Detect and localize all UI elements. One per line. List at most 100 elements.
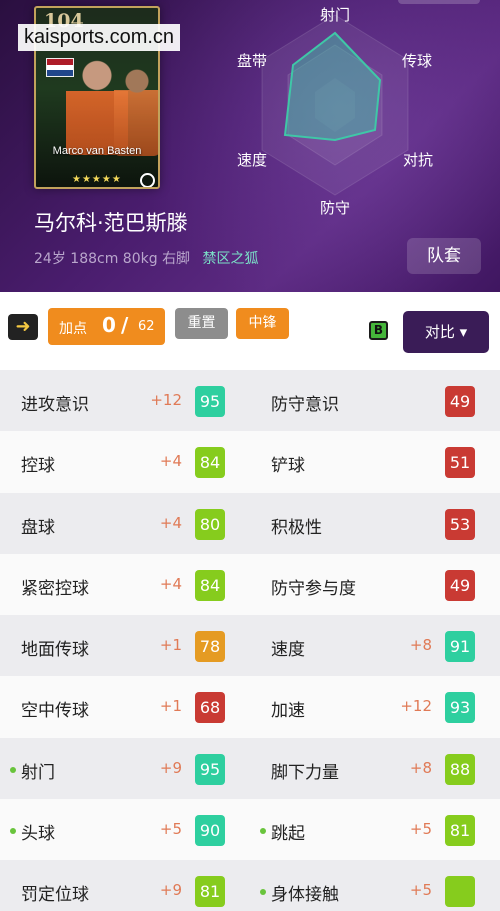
- player-weight: 80kg: [122, 251, 158, 267]
- grade-badge: B: [369, 321, 388, 340]
- stat-name: 罚定位球: [21, 885, 89, 906]
- stat-bonus: +8: [409, 636, 432, 655]
- stat-cell[interactable]: 地面传球 +1 78: [0, 615, 250, 676]
- position-button[interactable]: 中锋: [236, 308, 289, 339]
- stat-name: 积极性: [271, 517, 322, 538]
- stat-row: 进攻意识 +12 95 防守意识 49: [0, 370, 500, 432]
- stat-cell[interactable]: 控球 +4 84: [0, 431, 250, 492]
- card-stars: ★★★★★: [72, 174, 122, 185]
- stat-row: 射门 +9 95 脚下力量 +8 88: [0, 737, 500, 800]
- stat-bonus: +12: [150, 391, 182, 409]
- stat-value-badge: 81: [445, 815, 475, 847]
- kit-button[interactable]: 队套: [407, 238, 481, 274]
- stat-row: 控球 +4 84 铲球 51: [0, 431, 500, 493]
- trained-dot-icon: [10, 828, 16, 835]
- points-max: 62: [138, 319, 155, 334]
- stat-value-badge: 84: [195, 447, 225, 479]
- stat-name: 地面传球: [21, 640, 89, 661]
- stat-value-badge: 95: [195, 753, 225, 785]
- stat-list: 进攻意识 +12 95 防守意识 49 控球 +4 84 铲球 51 盘球 +4 80 积极性 53 紧密控球…: [0, 370, 500, 911]
- radar-label-passing: 传球: [402, 52, 433, 70]
- stat-cell[interactable]: 防守意识 49: [250, 370, 500, 431]
- stat-value-badge: 93: [445, 692, 475, 724]
- stat-bonus: +8: [409, 758, 432, 777]
- stat-bonus: +4: [159, 513, 182, 532]
- stat-cell[interactable]: 加速 +12 93: [250, 676, 500, 737]
- stat-cell[interactable]: 积极性 53: [250, 493, 500, 554]
- reset-button[interactable]: 重置: [175, 308, 228, 339]
- stat-bonus: +1: [159, 697, 182, 716]
- player-foot: 右脚: [162, 251, 191, 267]
- stat-cell[interactable]: 紧密控球 +4 84: [0, 554, 250, 615]
- stat-value-badge: 80: [195, 508, 225, 540]
- stat-value-badge: 78: [195, 631, 225, 663]
- stat-cell[interactable]: 速度 +8 91: [250, 615, 500, 676]
- trained-dot-icon: [260, 889, 266, 896]
- player-age: 24岁: [34, 251, 66, 267]
- stat-cell[interactable]: 防守参与度 49: [250, 554, 500, 615]
- stat-row: 罚定位球 +9 81 身体接触 +5: [0, 860, 500, 911]
- stat-bonus: +4: [159, 452, 182, 471]
- stat-name: 身体接触: [271, 885, 339, 906]
- stat-cell[interactable]: 头球 +5 90: [0, 799, 250, 860]
- stat-value-badge: 53: [445, 508, 475, 540]
- stat-bonus: +5: [409, 820, 432, 839]
- stat-cell[interactable]: 跳起 +5 81: [250, 799, 500, 860]
- stat-value-badge: 68: [195, 692, 225, 724]
- stat-bonus: +9: [159, 758, 182, 777]
- stat-name: 射门: [21, 762, 55, 783]
- stat-name: 防守参与度: [271, 578, 356, 599]
- site-watermark: kaisports.com.cn: [18, 24, 181, 51]
- training-controls: ➜ 加点 0 / 62 重置 中锋 B 对比 ▾: [0, 292, 500, 370]
- stat-name: 脚下力量: [271, 762, 339, 783]
- trained-dot-icon: [10, 766, 16, 773]
- stat-value-badge: 49: [445, 386, 475, 417]
- stat-name: 防守意识: [271, 395, 339, 415]
- stat-cell[interactable]: 空中传球 +1 68: [0, 676, 250, 737]
- stat-bonus: +4: [159, 574, 182, 593]
- stat-value-badge: 95: [195, 386, 225, 417]
- stat-name: 控球: [21, 456, 55, 477]
- stat-row: 地面传球 +1 78 速度 +8 91: [0, 615, 500, 677]
- arrow-right-icon[interactable]: ➜: [8, 314, 38, 340]
- points-current: 0: [102, 313, 116, 337]
- stat-name: 头球: [21, 824, 55, 845]
- stat-cell[interactable]: 身体接触 +5: [250, 860, 500, 911]
- radar-label-defending: 防守: [320, 199, 351, 217]
- player-meta: 24岁 188cm 80kg 右脚 禁区之狐: [34, 248, 259, 268]
- stat-cell[interactable]: 进攻意识 +12 95: [0, 370, 250, 431]
- stat-cell[interactable]: 盘球 +4 80: [0, 493, 250, 554]
- stat-cell[interactable]: 射门 +9 95: [0, 738, 250, 799]
- radar-label-speed: 速度: [237, 151, 268, 169]
- stat-value-badge: 81: [195, 876, 225, 908]
- stat-row: 空中传球 +1 68 加速 +12 93: [0, 676, 500, 738]
- stat-bonus: +9: [159, 881, 182, 900]
- trained-dot-icon: [260, 828, 266, 835]
- stat-value-badge: 88: [445, 753, 475, 785]
- stat-name: 空中传球: [21, 701, 89, 722]
- stat-value-badge: 51: [445, 447, 475, 479]
- card-player-name: Marco van Basten: [52, 145, 142, 157]
- stat-name: 紧密控球: [21, 578, 89, 599]
- compare-button[interactable]: 对比 ▾: [403, 311, 489, 353]
- stat-row: 盘球 +4 80 积极性 53: [0, 492, 500, 554]
- progression-points[interactable]: 加点 0 / 62: [48, 308, 165, 345]
- stat-value-badge: 90: [195, 815, 225, 847]
- stat-name: 加速: [271, 701, 305, 722]
- stat-name: 跳起: [271, 824, 305, 845]
- stat-value-badge: 84: [195, 569, 225, 601]
- stat-value-badge: 91: [445, 631, 475, 663]
- points-label: 加点: [59, 321, 87, 337]
- stat-cell[interactable]: 铲球 51: [250, 431, 500, 492]
- player-photo-secondary: [114, 60, 158, 156]
- efootball-logo-icon: [140, 173, 155, 187]
- points-separator: /: [121, 313, 129, 337]
- stat-name: 速度: [271, 640, 305, 661]
- stat-bonus: +12: [400, 697, 432, 716]
- stat-cell[interactable]: 罚定位球 +9 81: [0, 860, 250, 911]
- player-height: 188cm: [70, 251, 119, 267]
- player-header: 104 Marco van Basten ★★★★★ kaisports.com…: [0, 0, 500, 292]
- stat-cell[interactable]: 脚下力量 +8 88: [250, 738, 500, 799]
- player-playstyle[interactable]: 禁区之狐: [203, 251, 259, 267]
- radar-label-dribbling: 盘带: [237, 52, 268, 70]
